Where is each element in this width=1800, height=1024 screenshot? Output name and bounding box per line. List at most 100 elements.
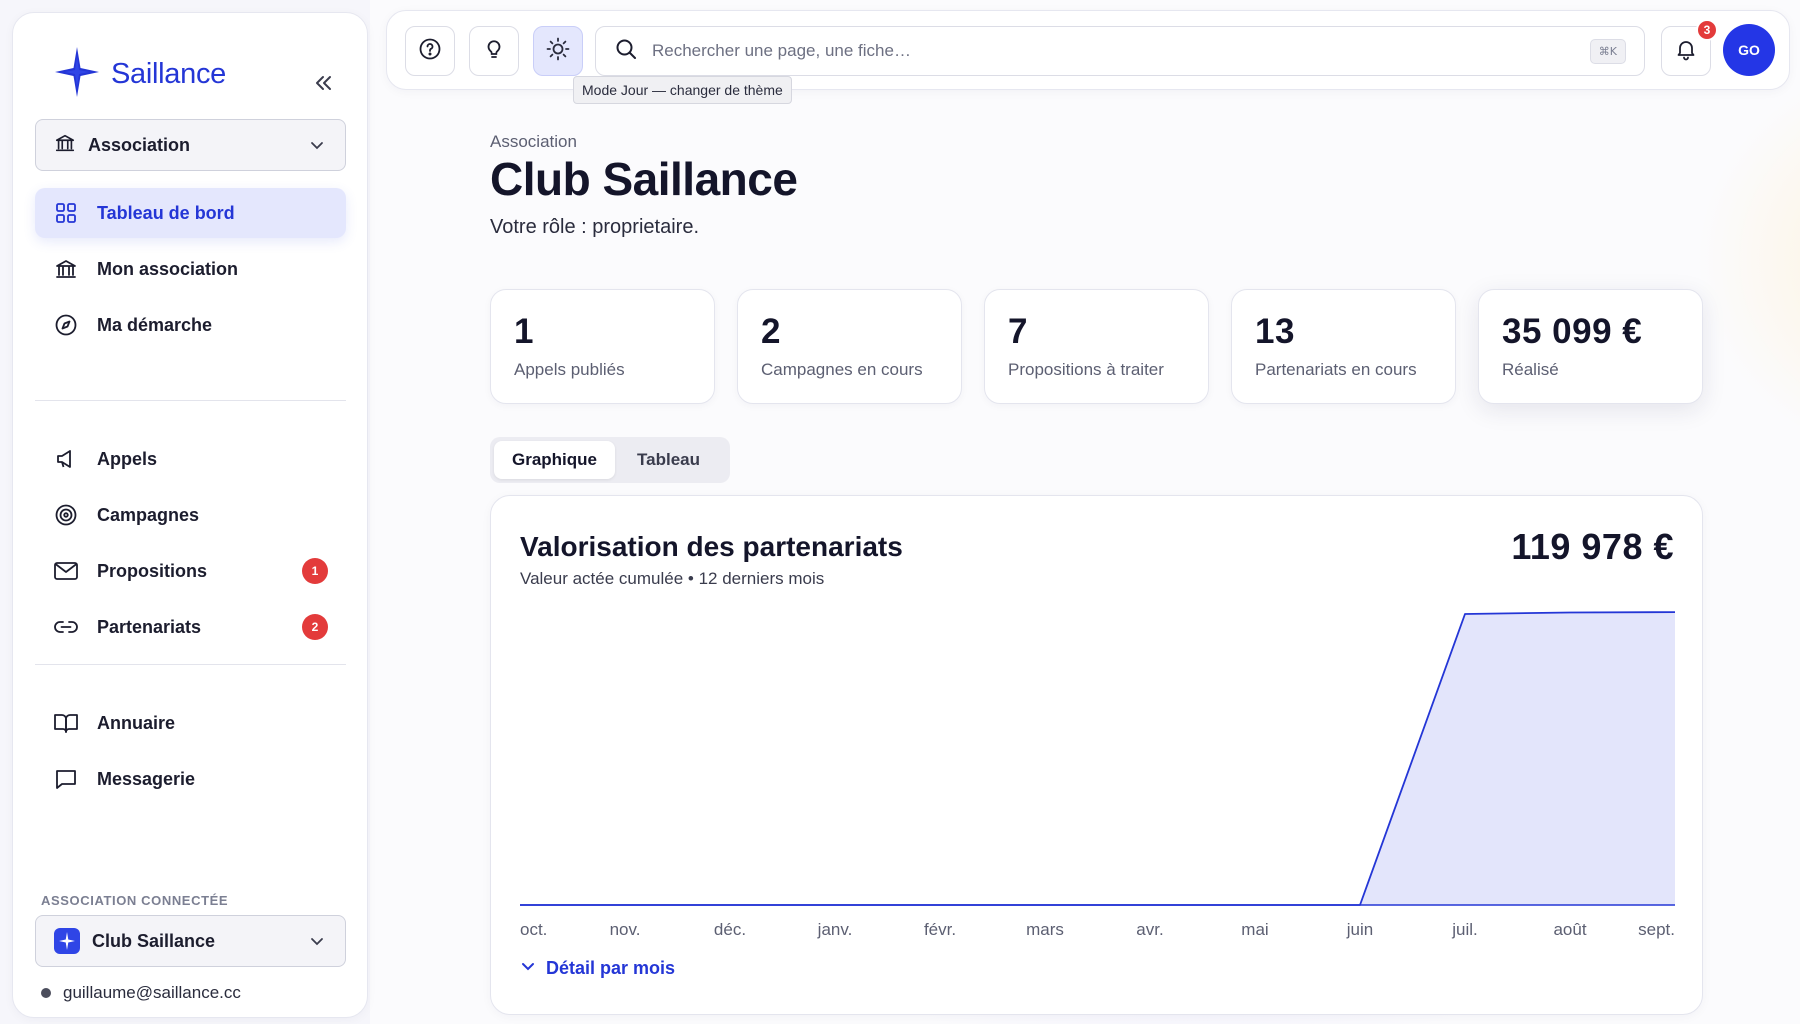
status-dot-icon — [41, 988, 51, 998]
sidebar-item-campagnes[interactable]: Campagnes — [35, 490, 346, 540]
theme-tooltip: Mode Jour — changer de thème — [573, 76, 792, 104]
x-tick-label: déc. — [714, 920, 746, 939]
target-icon — [53, 502, 79, 528]
club-logo-icon — [54, 928, 80, 954]
collapse-sidebar-button[interactable] — [303, 65, 343, 105]
partenariats-count-badge: 2 — [302, 614, 328, 640]
institution-icon — [53, 256, 79, 282]
x-tick-label: juil. — [1451, 920, 1478, 939]
chat-icon — [53, 766, 79, 792]
sidebar-item-label: Mon association — [97, 258, 239, 279]
x-tick-label: mars — [1026, 920, 1064, 939]
x-tick-label: avr. — [1136, 920, 1163, 939]
sun-icon — [545, 36, 571, 67]
org-type-select[interactable]: Association — [35, 119, 346, 171]
chevron-down-icon — [307, 931, 327, 951]
tab-tableau[interactable]: Tableau — [619, 441, 718, 479]
sidebar-item-ma-demarche[interactable]: Ma démarche — [35, 300, 346, 350]
double-chevron-left-icon — [312, 72, 334, 99]
tips-button[interactable] — [469, 26, 519, 76]
x-tick-label: oct. — [520, 920, 547, 939]
sidebar: Saillance Association Tableau de bord Mo… — [12, 12, 368, 1018]
role-text: Votre rôle : proprietaire. — [490, 216, 699, 238]
lightbulb-icon — [482, 37, 506, 66]
tab-graphique[interactable]: Graphique — [494, 441, 616, 479]
sidebar-item-label: Tableau de bord — [97, 202, 235, 223]
compass-icon — [53, 312, 79, 338]
notifications-count-badge: 3 — [1696, 19, 1718, 41]
sidebar-item-label: Appels — [97, 448, 158, 469]
propositions-count-badge: 1 — [302, 558, 328, 584]
sidebar-divider — [35, 400, 346, 401]
megaphone-icon — [53, 446, 79, 472]
sidebar-item-partenariats[interactable]: Partenariats 2 — [35, 602, 346, 652]
x-tick-label: févr. — [924, 920, 956, 939]
sidebar-item-messagerie[interactable]: Messagerie — [35, 754, 346, 804]
user-account: guillaume@saillance.cc — [41, 983, 241, 1003]
grid-icon — [53, 200, 79, 226]
brand-name: Saillance — [111, 58, 226, 90]
sparkle-logo-icon — [55, 47, 99, 102]
chevron-down-icon — [307, 135, 327, 155]
bell-icon — [1674, 37, 1698, 66]
sidebar-item-label: Messagerie — [97, 768, 196, 789]
sidebar-item-mon-association[interactable]: Mon association — [35, 244, 346, 294]
sidebar-item-label: Campagnes — [97, 504, 200, 525]
sidebar-item-tableau-de-bord[interactable]: Tableau de bord — [35, 188, 346, 238]
stat-card-propositions[interactable]: 7 Propositions à traiter — [984, 289, 1209, 404]
sidebar-item-propositions[interactable]: Propositions 1 — [35, 546, 346, 596]
institution-icon — [54, 132, 76, 159]
series-area — [520, 612, 1675, 905]
stat-label: Propositions à traiter — [1008, 360, 1164, 379]
connected-org-select[interactable]: Club Saillance — [35, 915, 346, 967]
breadcrumb: Association — [490, 132, 577, 151]
stat-value: 13 — [1255, 312, 1295, 351]
sidebar-item-label: Propositions — [97, 560, 208, 581]
valorisation-chart: oct. nov. déc. janv. févr. mars avr. mai juin jui… — [520, 611, 1676, 939]
x-tick-label: sept. — [1638, 920, 1675, 939]
stat-card-partenariats[interactable]: 13 Partenariats en cours — [1231, 289, 1456, 404]
detail-par-mois-toggle[interactable]: Détail par mois — [520, 958, 675, 979]
connected-org-name: Club Saillance — [92, 930, 216, 951]
connected-org-label: ASSOCIATION CONNECTÉE — [41, 893, 229, 908]
page-title: Club Saillance — [490, 153, 798, 205]
search-input[interactable] — [652, 41, 1576, 61]
theme-toggle-button[interactable] — [533, 26, 583, 76]
org-type-label: Association — [88, 134, 191, 155]
user-email: guillaume@saillance.cc — [63, 983, 241, 1002]
view-tabs: Graphique Tableau — [490, 437, 730, 483]
stat-label: Appels publiés — [514, 360, 625, 379]
user-avatar[interactable]: GO — [1723, 24, 1775, 76]
stat-value: 35 099 € — [1502, 312, 1643, 351]
x-tick-label: nov. — [610, 920, 641, 939]
stat-label: Campagnes en cours — [761, 360, 923, 379]
sidebar-item-annuaire[interactable]: Annuaire — [35, 698, 346, 748]
chevron-down-icon — [520, 958, 536, 979]
chart-card: Valorisation des partenariats Valeur act… — [490, 495, 1703, 1015]
x-tick-label: juin — [1346, 920, 1373, 939]
stat-value: 1 — [514, 312, 534, 351]
x-tick-label: mai — [1241, 920, 1268, 939]
notifications-button[interactable]: 3 — [1661, 19, 1718, 76]
stat-card-appels[interactable]: 1 Appels publiés — [490, 289, 715, 404]
stat-card-campagnes[interactable]: 2 Campagnes en cours — [737, 289, 962, 404]
stat-value: 2 — [761, 312, 781, 351]
stat-label: Réalisé — [1502, 360, 1559, 379]
sidebar-divider — [35, 664, 346, 665]
help-button[interactable] — [405, 26, 455, 76]
stat-label: Partenariats en cours — [1255, 360, 1417, 379]
help-circle-icon — [418, 37, 442, 66]
link-icon — [53, 614, 79, 640]
stat-value: 7 — [1008, 312, 1028, 351]
book-icon — [53, 710, 79, 736]
mail-icon — [53, 558, 79, 584]
sidebar-item-label: Partenariats — [97, 616, 202, 637]
x-tick-label: janv. — [817, 920, 853, 939]
brand[interactable]: Saillance — [55, 47, 226, 102]
x-axis-ticks: oct. nov. déc. janv. févr. mars avr. mai juin jui… — [520, 920, 1675, 939]
detail-par-mois-label: Détail par mois — [546, 958, 676, 978]
x-tick-label: août — [1553, 920, 1586, 939]
stat-card-realise[interactable]: 35 099 € Réalisé — [1478, 289, 1703, 404]
sidebar-item-appels[interactable]: Appels — [35, 434, 346, 484]
search-bar[interactable]: ⌘K — [595, 26, 1645, 76]
